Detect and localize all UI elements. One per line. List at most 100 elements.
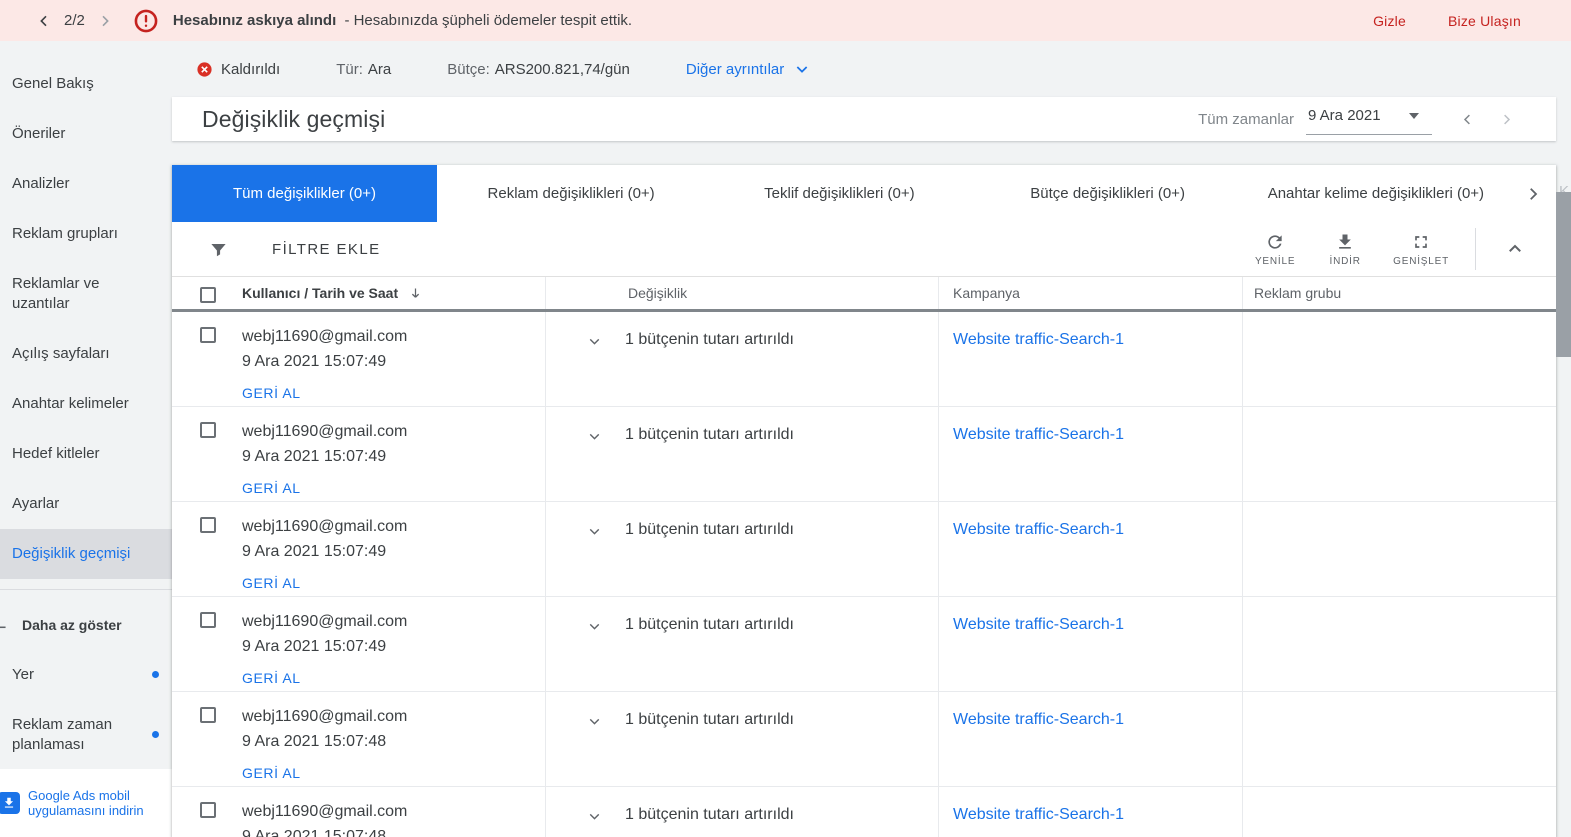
collapse-table-button[interactable] [1500, 234, 1530, 264]
sidebar-item[interactable]: Reklam zaman planlaması [0, 700, 172, 770]
sidebar-item[interactable]: Öneriler [0, 109, 172, 159]
date-next-icon[interactable] [1487, 112, 1526, 127]
undo-button[interactable]: GERİ AL [242, 385, 301, 401]
row-user-email: webj11690@gmail.com [242, 518, 408, 535]
page-header: Değişiklik geçmişi Tüm zamanlar 9 Ara 20… [172, 97, 1556, 141]
tab[interactable]: Reklam değişiklikleri (0+) [437, 165, 705, 222]
sidebar-item[interactable]: Genel Bakış [0, 59, 172, 109]
tab[interactable]: Tüm değişiklikler (0+) [172, 165, 437, 222]
tab[interactable]: Teklif değişiklikleri (0+) [705, 165, 973, 222]
tab-label: Reklam değişiklikleri (0+) [487, 185, 655, 202]
select-all-checkbox[interactable] [200, 286, 216, 303]
row-user-email: webj11690@gmail.com [242, 803, 408, 820]
tab[interactable]: Bütçe değişiklikleri (0+) [974, 165, 1242, 222]
expand-row-icon[interactable] [586, 618, 603, 635]
row-datetime: 9 Ara 2021 15:07:48 [242, 733, 387, 750]
banner-prev-icon[interactable] [30, 13, 58, 29]
undo-button[interactable]: GERİ AL [242, 575, 301, 591]
sidebar-item[interactable]: Hedef kitleler [0, 429, 172, 479]
sidebar-item[interactable]: Yer [0, 650, 172, 700]
sidebar-item-label: Hedef kitleler [12, 445, 100, 462]
tab[interactable]: Anahtar kelime değişiklikleri (0+) [1242, 165, 1510, 222]
mobile-app-link[interactable]: Google Ads mobil uygulamasını indirin [28, 788, 164, 818]
sidebar-divider [0, 589, 172, 590]
table-row: webj11690@gmail.com 9 Ara 2021 15:07:49 … [172, 597, 1556, 692]
row-change: 1 bütçenin tutarı artırıldı [625, 331, 794, 348]
banner-next-icon[interactable] [91, 13, 119, 29]
column-ad-group[interactable]: Reklam grubu [1254, 285, 1341, 301]
row-checkbox[interactable] [200, 612, 216, 628]
chevron-right-icon [1530, 187, 1538, 200]
show-less-button[interactable]: − Daha az göster [0, 600, 172, 650]
sidebar-item[interactable]: Değişiklik geçmişi [0, 529, 172, 579]
column-campaign[interactable]: Kampanya [953, 285, 1020, 301]
hide-button[interactable]: Gizle [1373, 13, 1406, 29]
download-button[interactable]: İNDİR [1323, 232, 1367, 267]
sidebar-item-label: Öneriler [12, 125, 66, 142]
date-select[interactable]: 9 Ara 2021 [1306, 103, 1432, 135]
account-suspended-banner: 2/2 Hesabınız askıya alındı - Hesabınızd… [0, 0, 1571, 41]
app-download-icon [0, 792, 20, 814]
row-change: 1 bütçenin tutarı artırıldı [625, 521, 794, 538]
refresh-button[interactable]: YENİLE [1253, 232, 1297, 267]
undo-button[interactable]: GERİ AL [242, 670, 301, 686]
row-checkbox[interactable] [200, 802, 216, 818]
minus-icon: − [0, 619, 7, 635]
expand-label: GENİŞLET [1393, 255, 1449, 267]
sidebar-item-label: Yer [12, 666, 34, 683]
campaign-link[interactable]: Website traffic-Search-1 [953, 521, 1124, 538]
column-change[interactable]: Değişiklik [628, 285, 687, 301]
campaign-link[interactable]: Website traffic-Search-1 [953, 806, 1124, 823]
expand-button[interactable]: GENİŞLET [1393, 232, 1449, 267]
campaign-link[interactable]: Website traffic-Search-1 [953, 426, 1124, 443]
sidebar-item[interactable]: Ayarlar [0, 479, 172, 529]
expand-row-icon[interactable] [586, 428, 603, 445]
date-range-picker: Tüm zamanlar 9 Ara 2021 [1198, 103, 1526, 135]
row-checkbox[interactable] [200, 517, 216, 533]
more-details-button[interactable]: Diğer ayrıntılar [686, 61, 810, 78]
chevron-up-icon [1509, 244, 1521, 252]
add-filter-button[interactable]: FİLTRE EKLE [209, 240, 380, 259]
campaign-link[interactable]: Website traffic-Search-1 [953, 616, 1124, 633]
row-datetime: 9 Ara 2021 15:07:49 [242, 638, 387, 655]
row-checkbox[interactable] [200, 422, 216, 438]
expand-row-icon[interactable] [586, 713, 603, 730]
sidebar-item[interactable]: Analizler [0, 159, 172, 209]
warning-icon [133, 8, 159, 34]
date-prev-icon[interactable] [1448, 112, 1487, 127]
table-row: webj11690@gmail.com 9 Ara 2021 15:07:49 … [172, 312, 1556, 407]
sidebar-item[interactable]: Reklamlar ve uzantılar [0, 259, 172, 329]
banner-message: Hesabınız askıya alındı - Hesabınızda şü… [173, 12, 632, 29]
mobile-app-promo: Google Ads mobil uygulamasını indirin [0, 769, 172, 837]
row-datetime: 9 Ara 2021 15:07:48 [242, 828, 387, 837]
sidebar-item-label: Reklam grupları [12, 225, 118, 242]
undo-button[interactable]: GERİ AL [242, 480, 301, 496]
budget-value: ARS200.821,74/gün [494, 60, 630, 78]
expand-row-icon[interactable] [586, 523, 603, 540]
sidebar-item[interactable]: Açılış sayfaları [0, 329, 172, 379]
row-checkbox[interactable] [200, 327, 216, 343]
row-change: 1 bütçenin tutarı artırıldı [625, 426, 794, 443]
tab-label: Tüm değişiklikler (0+) [233, 185, 376, 202]
expand-row-icon[interactable] [586, 333, 603, 350]
sort-desc-icon [412, 288, 420, 298]
table-row: webj11690@gmail.com 9 Ara 2021 15:07:48 … [172, 692, 1556, 787]
campaign-link[interactable]: Website traffic-Search-1 [953, 331, 1124, 348]
notification-dot [152, 671, 159, 678]
change-history-card: Tüm değişiklikler (0+) Reklam değişiklik… [172, 165, 1556, 837]
row-checkbox[interactable] [200, 707, 216, 723]
sidebar-item[interactable]: Anahtar kelimeler [0, 379, 172, 429]
row-user-email: webj11690@gmail.com [242, 708, 408, 725]
expand-icon [1415, 235, 1427, 248]
more-details-label: Diğer ayrıntılar [685, 60, 785, 78]
tab-label: Anahtar kelime değişiklikleri (0+) [1267, 185, 1485, 202]
vertical-scrollbar[interactable] [1556, 192, 1571, 357]
contact-us-button[interactable]: Bize Ulaşın [1448, 13, 1521, 29]
undo-button[interactable]: GERİ AL [242, 765, 301, 781]
sidebar-item[interactable]: Reklam grupları [0, 209, 172, 259]
expand-row-icon[interactable] [586, 808, 603, 825]
tabs-overflow-button[interactable] [1510, 165, 1556, 222]
column-user[interactable]: Kullanıcı / Tarih ve Saat [242, 285, 398, 301]
sidebar-item-label: Reklam zaman planlaması [12, 716, 113, 753]
campaign-link[interactable]: Website traffic-Search-1 [953, 711, 1124, 728]
